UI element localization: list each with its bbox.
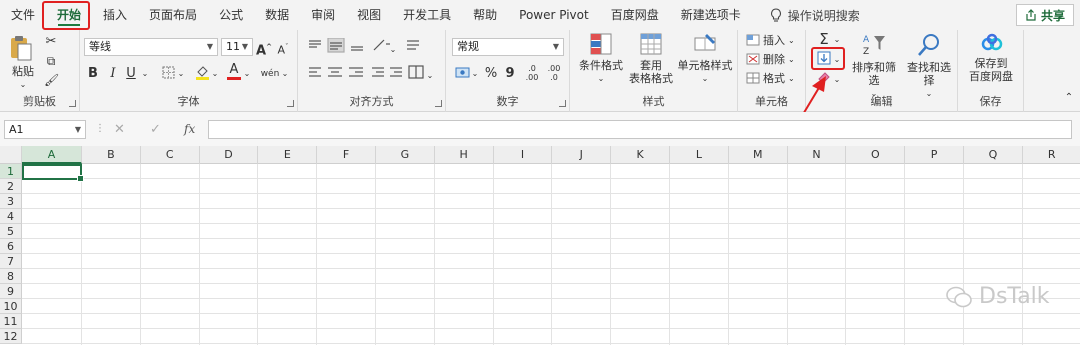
- column-gridline: [257, 164, 259, 345]
- row-gridline: [22, 223, 1080, 224]
- insert-function-button[interactable]: fx: [184, 122, 195, 136]
- column-header-g[interactable]: G: [376, 146, 435, 164]
- column-gridline: [904, 164, 906, 345]
- column-gridline: [727, 164, 729, 345]
- column-gridline: [139, 164, 141, 345]
- column-gridline: [845, 164, 847, 345]
- column-header-p[interactable]: P: [905, 146, 964, 164]
- column-header-q[interactable]: Q: [964, 146, 1023, 164]
- chevron-down-icon: ▼: [74, 125, 81, 134]
- row-header-3[interactable]: 3: [0, 194, 22, 209]
- row-header-4[interactable]: 4: [0, 209, 22, 224]
- row-header-9[interactable]: 9: [0, 284, 22, 299]
- row-gridline: [22, 178, 1080, 179]
- formula-input[interactable]: [208, 120, 1072, 139]
- watermark-text: DsTalk: [979, 284, 1050, 309]
- row-gridline: [22, 253, 1080, 254]
- column-header-m[interactable]: M: [729, 146, 788, 164]
- column-gridline: [551, 164, 553, 345]
- column-gridline: [316, 164, 318, 345]
- column-header-b[interactable]: B: [82, 146, 141, 164]
- column-header-l[interactable]: L: [670, 146, 729, 164]
- row-header-6[interactable]: 6: [0, 239, 22, 254]
- column-header-f[interactable]: F: [317, 146, 376, 164]
- column-header-k[interactable]: K: [611, 146, 670, 164]
- row-header-11[interactable]: 11: [0, 314, 22, 329]
- row-header-1[interactable]: 1: [0, 164, 22, 179]
- column-gridline: [198, 164, 200, 345]
- row-header-12[interactable]: 12: [0, 329, 22, 344]
- row-gridline: [22, 268, 1080, 269]
- row-header-10[interactable]: 10: [0, 299, 22, 314]
- column-gridline: [1021, 164, 1023, 345]
- row-gridline: [22, 283, 1080, 284]
- cancel-icon[interactable]: ✕: [114, 122, 125, 137]
- column-header-r[interactable]: R: [1023, 146, 1080, 164]
- column-gridline: [492, 164, 494, 345]
- column-header-n[interactable]: N: [788, 146, 847, 164]
- row-gridline: [22, 238, 1080, 239]
- column-header-e[interactable]: E: [258, 146, 318, 164]
- column-header-d[interactable]: D: [200, 146, 259, 164]
- row-gridline: [22, 298, 1080, 299]
- row-gridline: [22, 343, 1080, 344]
- worksheet-grid[interactable]: ABCDEFGHIJKLMNOPQR 1 2 3 4 5 6 7 8 9 10 11 12: [0, 146, 1080, 345]
- column-gridline: [610, 164, 612, 345]
- column-gridline: [786, 164, 788, 345]
- column-header-c[interactable]: C: [141, 146, 200, 164]
- wechat-watermark: DsTalk: [945, 284, 1050, 309]
- column-gridline: [963, 164, 964, 345]
- column-header-i[interactable]: I: [494, 146, 553, 164]
- column-headers: ABCDEFGHIJKLMNOPQR: [0, 146, 1080, 164]
- column-header-j[interactable]: J: [552, 146, 612, 164]
- column-header-a[interactable]: A: [22, 146, 82, 164]
- row-gridline: [22, 208, 1080, 209]
- column-header-o[interactable]: O: [846, 146, 906, 164]
- column-gridline: [433, 164, 435, 345]
- row-gridline: [22, 193, 1080, 194]
- enter-check-icon[interactable]: ✓: [150, 122, 161, 137]
- formula-bar-grip-icon: ⋮: [95, 123, 105, 134]
- row-gridline: [22, 328, 1080, 329]
- name-box[interactable]: A1 ▼: [4, 120, 86, 139]
- select-all-corner[interactable]: [0, 146, 22, 164]
- row-header-7[interactable]: 7: [0, 254, 22, 269]
- active-cell-a1[interactable]: [22, 164, 84, 182]
- formula-bar: A1 ▼ ⋮ ✕ ✓ fx: [0, 112, 1080, 146]
- column-gridline: [375, 164, 376, 345]
- row-header-8[interactable]: 8: [0, 269, 22, 284]
- row-header-2[interactable]: 2: [0, 179, 22, 194]
- column-header-h[interactable]: H: [435, 146, 494, 164]
- column-gridline: [669, 164, 670, 345]
- row-gridline: [22, 313, 1080, 314]
- name-box-value: A1: [9, 123, 24, 136]
- wechat-icon: [946, 286, 972, 307]
- row-header-5[interactable]: 5: [0, 224, 22, 239]
- column-gridline: [81, 164, 82, 345]
